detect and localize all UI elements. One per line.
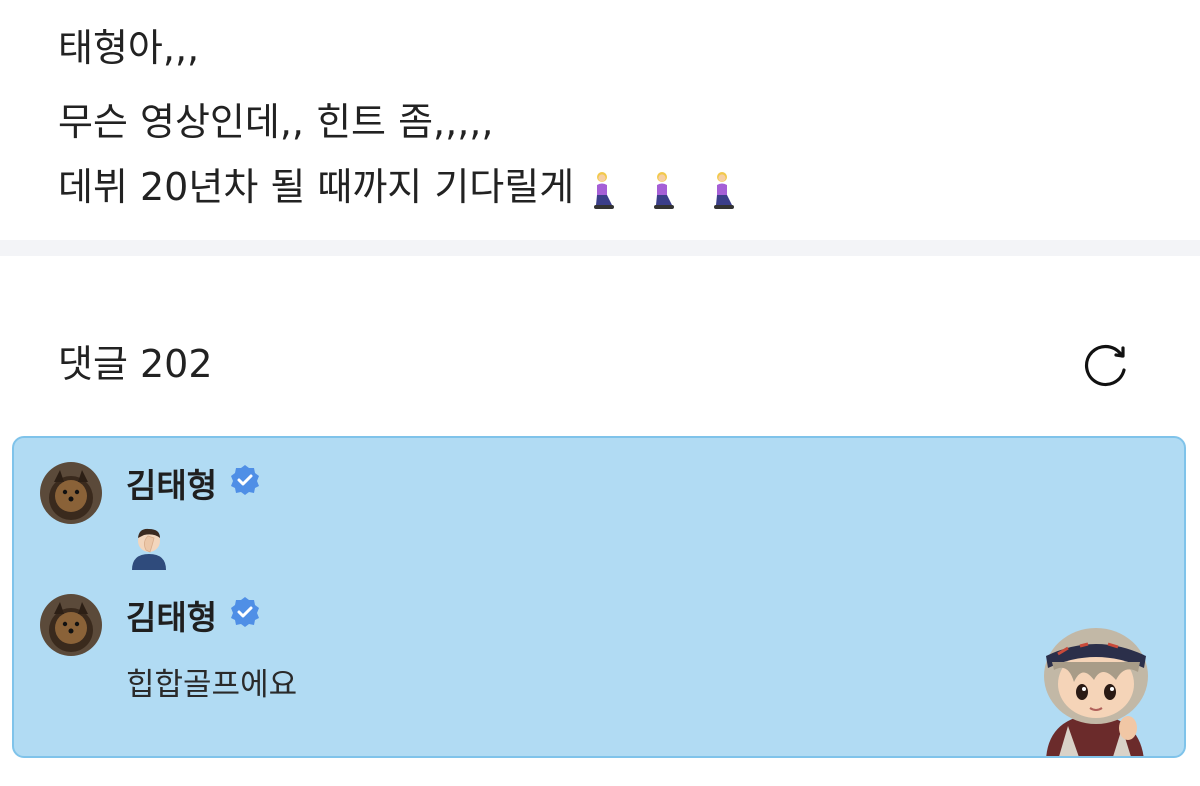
post-text-line-1: 태형아,,,: [58, 26, 200, 70]
post-content: 태형아,,, 무슨 영상인데,, 힌트 좀,,,,, 데뷔 20년차 될 때까지…: [0, 0, 1200, 240]
comments-count-label: 댓글 202: [58, 342, 213, 386]
woman-kneeling-emoji: [594, 172, 615, 209]
verified-badge-icon: [229, 595, 261, 639]
man-facepalming-emoji: [132, 528, 166, 570]
comment-author[interactable]: 김태형: [126, 464, 261, 508]
refresh-icon: [1084, 344, 1126, 387]
dog-avatar[interactable]: [40, 594, 102, 656]
comment-author[interactable]: 김태형: [126, 596, 261, 640]
post-text-line-3: 데뷔 20년차 될 때까지 기다릴게: [58, 163, 768, 214]
verified-badge-icon: [229, 463, 261, 507]
emoji-row: [588, 166, 768, 214]
post-text-line-2: 무슨 영상인데,, 힌트 좀,,,,,: [58, 100, 494, 144]
author-name[interactable]: 김태형: [126, 466, 217, 505]
post-text-line-3-text: 데뷔 20년차 될 때까지 기다릴게: [58, 165, 575, 209]
character-sticker: [1028, 610, 1166, 756]
author-name[interactable]: 김태형: [126, 598, 217, 637]
comment-body: [126, 524, 172, 581]
comment-thread: 김태형 김태형 힙합골프에요: [12, 436, 1186, 758]
woman-kneeling-emoji: [714, 172, 735, 209]
comment-body-text: 힙합골프에요: [126, 667, 298, 703]
section-divider: [0, 240, 1200, 256]
dog-avatar[interactable]: [40, 462, 102, 524]
refresh-button[interactable]: [1078, 338, 1134, 394]
woman-kneeling-emoji: [654, 172, 675, 209]
